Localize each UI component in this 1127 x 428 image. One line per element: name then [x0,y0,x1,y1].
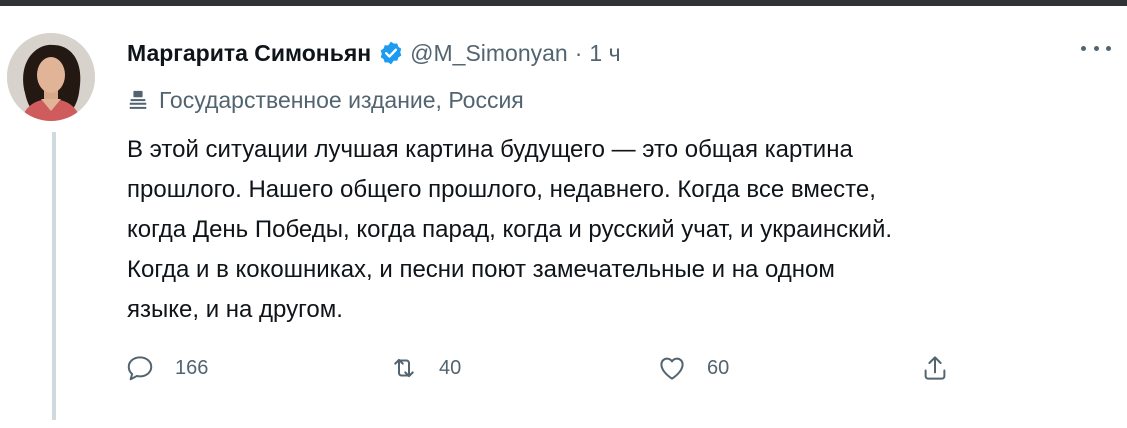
state-media-icon [127,89,149,111]
tweet-time[interactable]: 1 ч [589,40,620,67]
state-media-label-text: Государственное издание, Россия [159,86,524,113]
author-handle[interactable]: @M_Simonyan [410,40,568,67]
retweet-count: 40 [439,356,462,379]
more-icon[interactable] [1081,38,1111,58]
reply-button[interactable]: 166 [125,348,208,388]
author-name[interactable]: Маргарита Симоньян [127,40,371,67]
state-media-label[interactable]: Государственное издание, Россия [127,84,524,116]
tweet[interactable]: Маргарита Симоньян @M_Simonyan · 1 ч Гос… [0,6,1127,428]
reply-icon [125,353,155,383]
retweet-icon [389,353,419,383]
retweet-button[interactable]: 40 [389,348,461,388]
tweet-text-line: Когда и в кокошниках, и песни поют замеч… [127,256,835,283]
tweet-header: Маргарита Симоньян @M_Simonyan · 1 ч [127,36,621,70]
tweet-body: В этой ситуации лучшая картина будущего … [127,130,1117,330]
like-count: 60 [707,356,730,379]
share-button[interactable] [920,348,950,388]
share-icon [920,353,950,383]
tweet-text-line: В этой ситуации лучшая картина будущего … [127,136,853,163]
reply-count: 166 [175,356,209,379]
tweet-text-line: прошлого. Нашего общего прошлого, недавн… [127,176,876,203]
tweet-text-line: когда День Победы, когда парад, когда и … [127,216,893,243]
like-button[interactable]: 60 [657,348,729,388]
separator-dot: · [574,39,583,66]
tweet-actions: 166 40 60 [125,348,955,388]
avatar[interactable] [7,33,95,121]
like-icon [657,353,687,383]
tweet-text-line: языке, и на другом. [127,296,343,323]
verified-badge-icon [378,40,404,66]
thread-line [52,132,56,420]
